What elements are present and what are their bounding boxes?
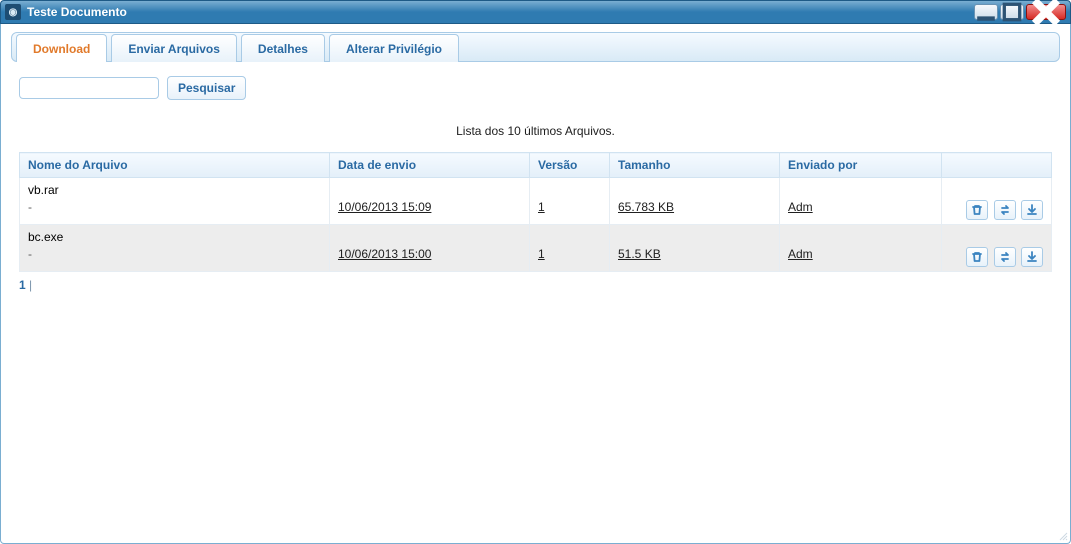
minimize-icon xyxy=(975,1,997,23)
download-button[interactable] xyxy=(1021,200,1043,220)
col-header-date: Data de envio xyxy=(330,153,530,178)
file-by-link[interactable]: Adm xyxy=(788,200,813,214)
download-icon xyxy=(1026,204,1038,216)
replace-button[interactable] xyxy=(994,247,1016,267)
tab-label: Enviar Arquivos xyxy=(128,42,220,56)
file-size-link[interactable]: 65.783 KB xyxy=(618,200,674,214)
file-version-link[interactable]: 1 xyxy=(538,200,545,214)
window-title: Teste Documento xyxy=(27,5,127,19)
pager-separator: | xyxy=(29,278,32,292)
delete-button[interactable] xyxy=(966,247,988,267)
tab-panel-download: Pesquisar Lista dos 10 últimos Arquivos.… xyxy=(11,62,1060,300)
tab-download[interactable]: Download xyxy=(16,34,107,62)
file-name: bc.exe xyxy=(28,229,321,246)
app-icon: ◉ xyxy=(5,4,21,20)
tab-label: Alterar Privilégio xyxy=(346,42,442,56)
file-date-link[interactable]: 10/06/2013 15:09 xyxy=(338,200,431,214)
file-date-link[interactable]: 10/06/2013 15:00 xyxy=(338,247,431,261)
tab-strip: Download Enviar Arquivos Detalhes Altera… xyxy=(11,32,1060,62)
maximize-icon xyxy=(1001,1,1023,23)
minimize-button[interactable] xyxy=(974,4,998,20)
resize-grip[interactable] xyxy=(1056,529,1068,541)
tab-label: Detalhes xyxy=(258,42,308,56)
close-button[interactable] xyxy=(1026,4,1066,20)
pager-page[interactable]: 1 xyxy=(19,278,26,292)
maximize-button[interactable] xyxy=(1000,4,1024,20)
title-bar: ◉ Teste Documento xyxy=(0,0,1071,24)
file-version-link[interactable]: 1 xyxy=(538,247,545,261)
tab-enviar-arquivos[interactable]: Enviar Arquivos xyxy=(111,34,237,62)
list-caption: Lista dos 10 últimos Arquivos. xyxy=(19,124,1052,138)
table-header-row: Nome do Arquivo Data de envio Versão Tam… xyxy=(20,153,1052,178)
col-header-size: Tamanho xyxy=(610,153,780,178)
search-input[interactable] xyxy=(19,77,159,99)
search-button[interactable]: Pesquisar xyxy=(167,76,246,100)
col-header-version: Versão xyxy=(530,153,610,178)
table-row: vb.rar - 10/06/2013 15:09 1 65.783 KB Ad… xyxy=(20,178,1052,225)
download-icon xyxy=(1026,251,1038,263)
file-name-sub: - xyxy=(28,246,321,263)
replace-button[interactable] xyxy=(994,200,1016,220)
file-name-sub: - xyxy=(28,199,321,216)
file-size-link[interactable]: 51.5 KB xyxy=(618,247,661,261)
tab-alterar-privilegio[interactable]: Alterar Privilégio xyxy=(329,34,459,62)
pager: 1 | xyxy=(19,278,1052,292)
tab-label: Download xyxy=(33,42,90,56)
swap-icon xyxy=(999,204,1011,216)
file-name: vb.rar xyxy=(28,182,321,199)
trash-icon xyxy=(971,251,983,263)
download-button[interactable] xyxy=(1021,247,1043,267)
table-row: bc.exe - 10/06/2013 15:00 1 51.5 KB Adm xyxy=(20,225,1052,272)
trash-icon xyxy=(971,204,983,216)
col-header-actions xyxy=(942,153,1052,178)
col-header-name: Nome do Arquivo xyxy=(20,153,330,178)
file-table: Nome do Arquivo Data de envio Versão Tam… xyxy=(19,152,1052,272)
tab-detalhes[interactable]: Detalhes xyxy=(241,34,325,62)
window-body: Download Enviar Arquivos Detalhes Altera… xyxy=(0,24,1071,544)
swap-icon xyxy=(999,251,1011,263)
search-row: Pesquisar xyxy=(19,76,1052,100)
col-header-by: Enviado por xyxy=(780,153,942,178)
file-by-link[interactable]: Adm xyxy=(788,247,813,261)
delete-button[interactable] xyxy=(966,200,988,220)
